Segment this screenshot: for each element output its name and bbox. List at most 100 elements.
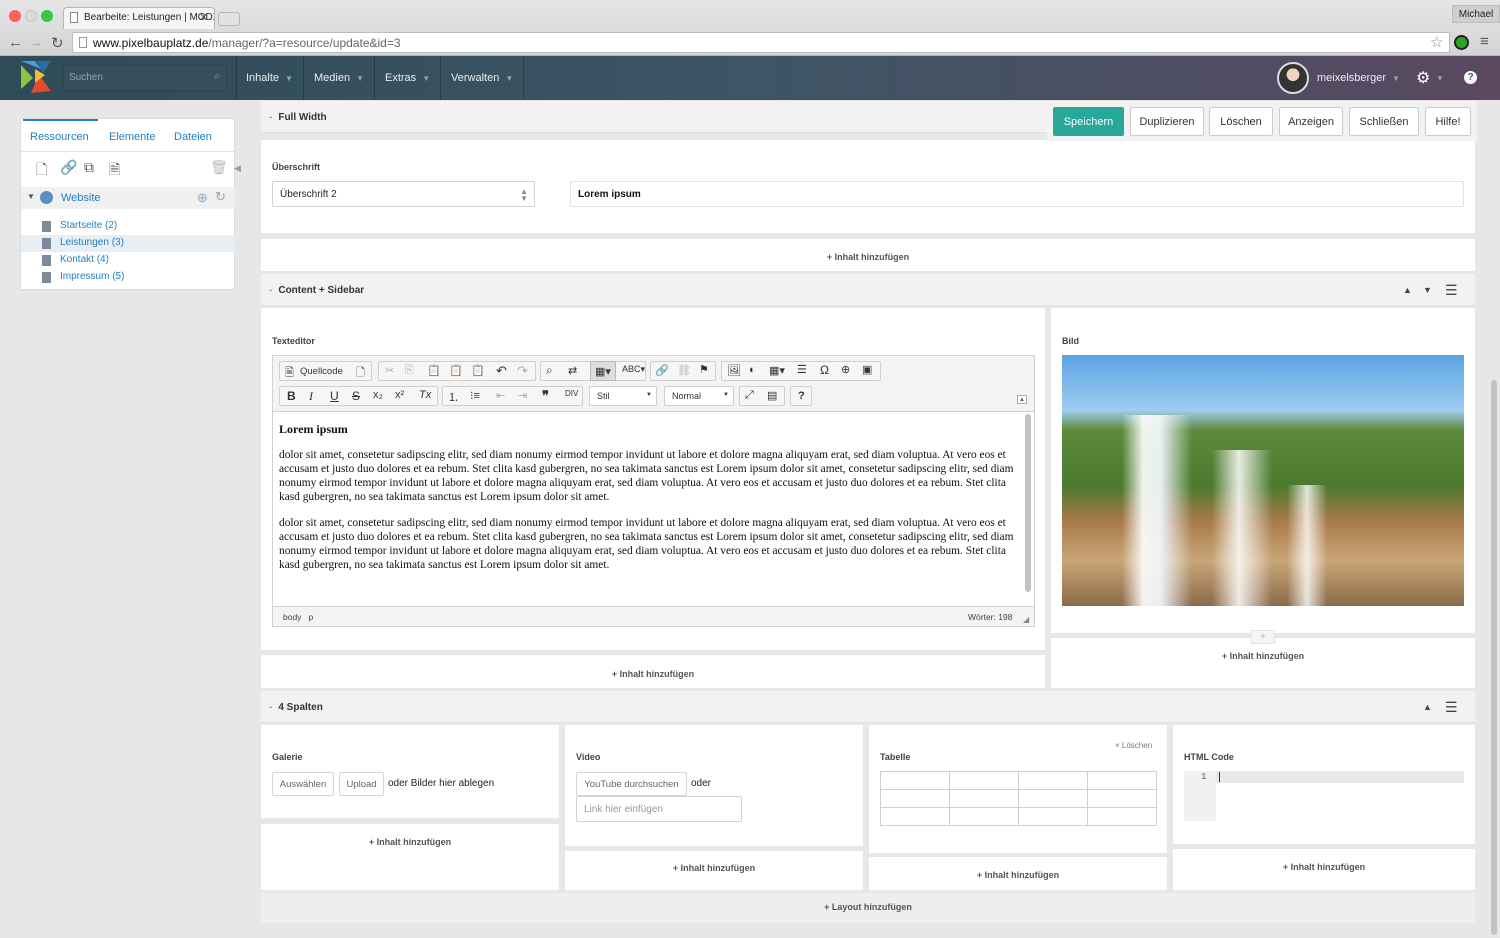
indent-icon[interactable]: ⇥ bbox=[518, 389, 527, 402]
spellcheck-icon[interactable]: ABC▾ bbox=[622, 364, 645, 375]
add-content-button[interactable]: + Inhalt hinzufügen bbox=[869, 870, 1167, 880]
tree-item-kontakt[interactable]: Kontakt (4) bbox=[60, 254, 109, 265]
element-path[interactable]: body p bbox=[283, 612, 313, 622]
paste-icon[interactable]: 📋 bbox=[427, 364, 441, 377]
superscript-icon[interactable]: x² bbox=[395, 389, 404, 401]
add-content-button[interactable]: + Inhalt hinzufügen bbox=[261, 252, 1475, 262]
italic-icon[interactable]: I bbox=[309, 389, 313, 404]
undo-icon[interactable]: ↶ bbox=[496, 363, 507, 379]
youtube-search-button[interactable]: YouTube durchsuchen bbox=[576, 772, 687, 796]
redo-icon[interactable]: ↷ bbox=[517, 363, 528, 379]
tab-dateien[interactable]: Dateien bbox=[174, 131, 212, 143]
bookmark-star-icon[interactable]: ☆ bbox=[1430, 33, 1443, 51]
gear-icon[interactable]: ⚙ bbox=[1416, 68, 1430, 88]
about-button[interactable]: ? bbox=[790, 386, 812, 406]
page-scrollbar[interactable] bbox=[1491, 380, 1497, 935]
show-blocks-icon[interactable]: ▤ bbox=[767, 389, 777, 402]
static-resource-icon[interactable]: 🗎 bbox=[109, 159, 120, 183]
collapse-toggle[interactable]: - bbox=[269, 285, 272, 296]
replace-icon[interactable]: ⇄ bbox=[568, 364, 577, 377]
underline-icon[interactable]: U bbox=[330, 389, 339, 403]
table-cell[interactable] bbox=[1018, 807, 1088, 826]
paste-text-icon[interactable]: 📋 bbox=[449, 364, 463, 377]
window-minimize-icon[interactable] bbox=[25, 10, 37, 22]
table-cell[interactable] bbox=[1018, 789, 1088, 808]
heading-level-select[interactable]: Überschrift 2 ▲ ▼ bbox=[272, 181, 535, 207]
collapse-toggle[interactable]: - bbox=[269, 112, 272, 123]
table-cell[interactable] bbox=[1087, 771, 1157, 790]
menu-icon[interactable]: ≡ bbox=[1480, 33, 1489, 50]
table-cell[interactable] bbox=[949, 771, 1019, 790]
collapse-toggle[interactable]: - bbox=[269, 702, 272, 713]
move-up-icon[interactable]: ▲ bbox=[1403, 285, 1412, 295]
iframe-globe-icon[interactable]: ⊕ bbox=[841, 363, 850, 376]
add-layout-button[interactable]: + Layout hinzufügen bbox=[261, 902, 1475, 912]
window-zoom-icon[interactable] bbox=[41, 10, 53, 22]
help-button[interactable]: Hilfe! bbox=[1425, 107, 1471, 136]
video-link-input[interactable]: Link hier einfügen bbox=[576, 796, 742, 822]
extension-icon[interactable] bbox=[1454, 35, 1469, 50]
tab-close-icon[interactable]: ✕ bbox=[199, 11, 208, 24]
select-images-button[interactable]: Auswählen bbox=[272, 772, 334, 796]
paste-word-icon[interactable]: 📋 bbox=[471, 364, 485, 377]
user-menu[interactable]: meixelsberger ▼ bbox=[1317, 72, 1400, 84]
move-up-icon[interactable]: ▲ bbox=[1423, 702, 1432, 712]
numbered-list-icon[interactable]: ⒈ bbox=[448, 389, 459, 405]
table-icon[interactable]: ▦▾ bbox=[769, 364, 785, 377]
back-icon[interactable]: ← bbox=[8, 34, 23, 51]
maximize-icon[interactable]: ⤢ bbox=[745, 389, 754, 402]
bullet-list-icon[interactable]: ⁝≡ bbox=[470, 389, 480, 402]
help-icon[interactable]: ? bbox=[1464, 71, 1477, 84]
table-delete-button[interactable]: × Löschen bbox=[1115, 741, 1152, 750]
table-cell[interactable] bbox=[880, 789, 950, 808]
layout-menu-icon[interactable]: ☰ bbox=[1445, 699, 1458, 716]
nav-verwalten[interactable]: Verwalten ▼ bbox=[451, 72, 513, 84]
collapse-panel-icon[interactable]: ◀ bbox=[234, 163, 241, 174]
weblink-icon[interactable]: 🔗 bbox=[60, 159, 77, 176]
refresh-icon[interactable]: ↻ bbox=[215, 189, 226, 205]
copy-icon[interactable]: ⎘ bbox=[405, 364, 414, 377]
collapse-toolbar-icon[interactable]: ▲ bbox=[1017, 395, 1027, 404]
remove-format-icon[interactable]: Tx bbox=[419, 389, 431, 401]
youtube-icon[interactable]: ▣ bbox=[862, 363, 872, 376]
strikethrough-icon[interactable]: S bbox=[352, 389, 360, 403]
editor-content[interactable]: Lorem ipsum dolor sit amet, consetetur s… bbox=[279, 422, 1019, 584]
search-input[interactable]: Suchen ⌕ bbox=[63, 65, 227, 91]
code-editor[interactable]: 1 bbox=[1184, 771, 1464, 821]
avatar[interactable] bbox=[1277, 62, 1309, 94]
nav-extras[interactable]: Extras ▼ bbox=[385, 72, 430, 84]
outdent-icon[interactable]: ⇤ bbox=[496, 389, 505, 402]
save-button[interactable]: Speichern bbox=[1053, 107, 1124, 136]
close-button[interactable]: Schließen bbox=[1349, 107, 1419, 136]
tab-ressourcen[interactable]: Ressourcen bbox=[30, 131, 89, 143]
tree-item-startseite[interactable]: Startseite (2) bbox=[60, 220, 117, 231]
table-cell[interactable] bbox=[880, 807, 950, 826]
format-select[interactable]: Normal ▼ bbox=[664, 386, 734, 406]
table-cell[interactable] bbox=[1087, 807, 1157, 826]
select-all-icon[interactable]: ▦▾ bbox=[590, 361, 616, 381]
subscript-icon[interactable]: x₂ bbox=[373, 389, 383, 401]
style-select[interactable]: Stil ▼ bbox=[589, 386, 657, 406]
add-content-button[interactable]: + Inhalt hinzufügen bbox=[1051, 651, 1475, 661]
table-cell[interactable] bbox=[880, 771, 950, 790]
bold-icon[interactable]: B bbox=[287, 389, 296, 403]
tree-root[interactable]: ▼ Website ⊕ ↻ bbox=[21, 187, 235, 209]
find-icon[interactable]: ⌕ bbox=[546, 363, 553, 378]
symlink-icon[interactable]: ⧉ bbox=[84, 159, 94, 176]
resize-handle-icon[interactable]: ◢ bbox=[1023, 615, 1029, 624]
nav-inhalte[interactable]: Inhalte ▼ bbox=[246, 72, 293, 84]
view-button[interactable]: Anzeigen bbox=[1279, 107, 1343, 136]
add-content-button[interactable]: + Inhalt hinzufügen bbox=[261, 669, 1045, 679]
div-icon[interactable]: DIV bbox=[565, 389, 578, 398]
waterfall-image[interactable] bbox=[1062, 355, 1464, 606]
blockquote-icon[interactable]: ❞ bbox=[542, 388, 549, 404]
reload-icon[interactable]: ↻ bbox=[51, 34, 64, 52]
delete-button[interactable]: Löschen bbox=[1209, 107, 1273, 136]
add-circle-icon[interactable]: ⊕ bbox=[197, 190, 208, 206]
cut-icon[interactable]: ✂ bbox=[385, 364, 394, 377]
forward-icon[interactable]: → bbox=[28, 34, 43, 51]
table-cell[interactable] bbox=[949, 789, 1019, 808]
table-cell[interactable] bbox=[1087, 789, 1157, 808]
table-cell[interactable] bbox=[1018, 771, 1088, 790]
horizontal-line-icon[interactable]: ☰ bbox=[797, 363, 807, 376]
